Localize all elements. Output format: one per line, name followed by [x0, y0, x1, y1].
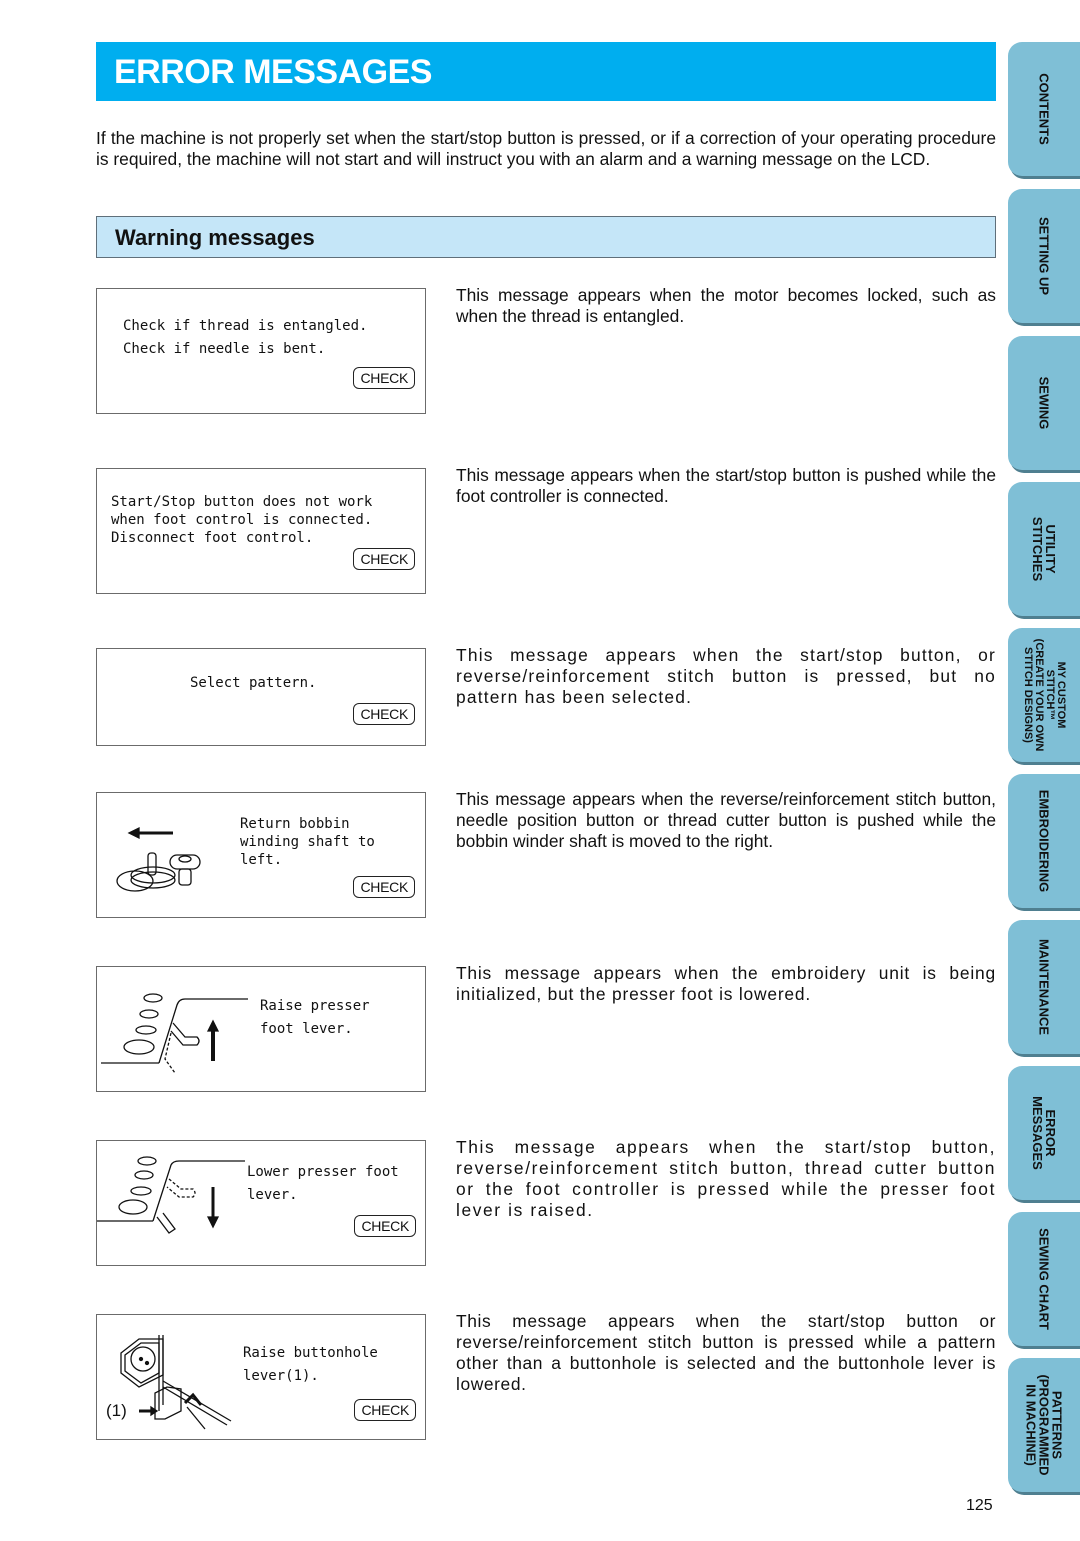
page-title: ERROR MESSAGES — [114, 53, 432, 91]
tab-embroidering[interactable]: EMBROIDERING — [1008, 774, 1080, 908]
lcd-screen: Check if thread is entangled. Check if n… — [96, 288, 426, 414]
check-button[interactable]: CHECK — [353, 548, 415, 570]
page-number: 125 — [966, 1497, 993, 1514]
tab-contents[interactable]: CONTENTS — [1008, 42, 1080, 176]
tab-error-messages[interactable]: ERROR MESSAGES — [1008, 1066, 1080, 1200]
section-header: Warning messages — [96, 216, 996, 258]
tab-sewing-chart[interactable]: SEWING CHART — [1008, 1212, 1080, 1346]
title-bar: ERROR MESSAGES — [96, 42, 996, 101]
message-description: This message appears when the embroidery… — [456, 963, 996, 1004]
presser-foot-raise-icon — [101, 993, 248, 1074]
message-description: This message appears when the start/stop… — [456, 1311, 996, 1394]
tab-label: CONTENTS — [1036, 73, 1052, 145]
tab-maintenance[interactable]: MAINTENANCE — [1008, 920, 1080, 1054]
tab-my-custom-stitch[interactable]: MY CUSTOM STITCH™ (CREATE YOUR OWN STITC… — [1008, 628, 1080, 762]
lcd-message: Raise buttonhole lever(1). — [243, 1345, 378, 1384]
message-description: This message appears when the start/stop… — [456, 1137, 996, 1220]
message-description: This message appears when the reverse/re… — [456, 789, 996, 851]
lcd-screen: Select pattern. CHECK — [96, 648, 426, 746]
tab-label: MAINTENANCE — [1036, 938, 1052, 1036]
message-description: This message appears when the start/stop… — [456, 465, 996, 506]
tab-setting-up[interactable]: SETTING UP — [1008, 189, 1080, 323]
tab-label: SEWING CHART — [1036, 1228, 1052, 1330]
lcd-message: Lower presser foot lever. — [247, 1164, 399, 1203]
tab-label: MY CUSTOM STITCH™ (CREATE YOUR OWN STITC… — [1022, 638, 1067, 752]
presser-foot-lower-icon — [97, 1156, 245, 1234]
section-title: Warning messages — [115, 225, 315, 250]
illustration-label: (1) — [106, 1401, 127, 1420]
tab-label: UTILITY STITCHES — [1030, 516, 1058, 582]
lcd-message: Return bobbin winding shaft to left. — [240, 816, 375, 868]
check-button[interactable]: CHECK — [353, 367, 415, 389]
bobbin-winder-icon — [116, 826, 201, 892]
check-button[interactable]: CHECK — [354, 1215, 416, 1237]
tab-utility-stitches[interactable]: UTILITY STITCHES — [1008, 482, 1080, 616]
tab-patterns[interactable]: PATTERNS (PROGRAMMED IN MACHINE) — [1008, 1358, 1080, 1492]
lcd-screen: Lower presser foot lever. CHECK — [96, 1140, 426, 1266]
check-button[interactable]: CHECK — [353, 876, 415, 898]
intro-paragraph: If the machine is not properly set when … — [96, 128, 996, 169]
tab-label: PATTERNS (PROGRAMMED IN MACHINE) — [1023, 1374, 1065, 1476]
lcd-screen: Return bobbin winding shaft to left. CHE… — [96, 792, 426, 918]
tab-label: EMBROIDERING — [1036, 789, 1052, 893]
tab-sewing[interactable]: SEWING — [1008, 336, 1080, 470]
lcd-screen: Start/Stop button does not work when foo… — [96, 468, 426, 594]
lcd-message: Check if thread is entangled. Check if n… — [123, 318, 368, 357]
check-button[interactable]: CHECK — [353, 703, 415, 725]
lcd-screen: Raise presser foot lever. — [96, 966, 426, 1092]
message-description: This message appears when the motor beco… — [456, 285, 996, 326]
lcd-message: Raise presser foot lever. — [260, 998, 370, 1037]
lcd-message: Start/Stop button does not work when foo… — [111, 494, 373, 546]
lcd-message: Select pattern. — [190, 675, 317, 691]
tab-label: ERROR MESSAGES — [1030, 1096, 1058, 1170]
tab-label: SEWING — [1036, 376, 1052, 430]
lcd-screen: (1) Raise buttonhole lever(1). CHECK — [96, 1314, 426, 1440]
message-description: This message appears when the start/stop… — [456, 645, 996, 707]
check-button[interactable]: CHECK — [354, 1399, 416, 1421]
tab-label: SETTING UP — [1036, 216, 1052, 296]
